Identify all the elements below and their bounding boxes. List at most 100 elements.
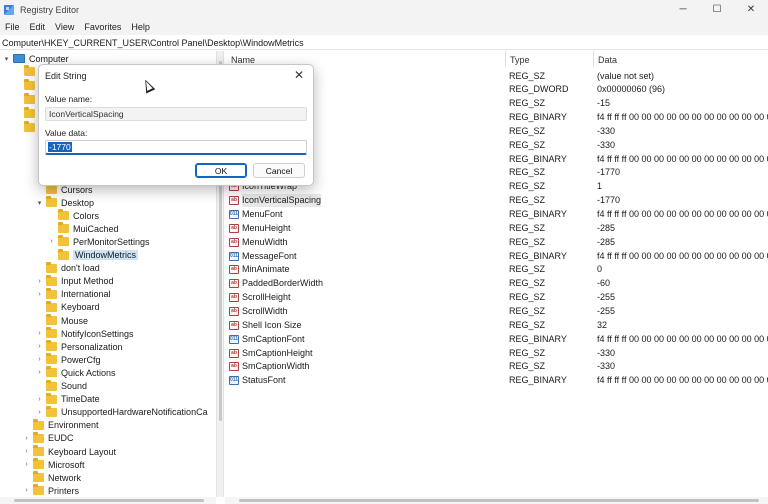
expander-icon[interactable]: › [22, 486, 31, 495]
tree-item[interactable]: ▾ Desktop [35, 196, 94, 209]
table-row[interactable]: ab SmCaptionHeight REG_SZ -330 [225, 347, 768, 360]
selected-text: -1770 [48, 142, 72, 152]
expander-icon[interactable]: › [35, 355, 44, 364]
tree-item-label: TimeDate [61, 394, 100, 405]
close-button[interactable]: ✕ [734, 0, 768, 19]
value-name-text: Shell Icon Size [242, 319, 302, 330]
folder-icon [24, 79, 35, 90]
value-name-text: StatusFont [242, 375, 286, 386]
value-name-cell: ab MenuHeight [229, 222, 291, 235]
value-data-cell: -255 [597, 292, 616, 303]
tree-item[interactable]: › TimeDate [35, 392, 100, 406]
tree-item[interactable]: › International [35, 287, 111, 301]
folder-icon [24, 65, 35, 76]
string-value-icon: ab [229, 348, 239, 358]
value-data-cell: -15 [597, 98, 611, 109]
tree-item[interactable]: Environment [22, 418, 99, 432]
column-header-data[interactable]: Data [598, 53, 617, 67]
table-row[interactable]: ab MenuHeight REG_SZ -285 [225, 222, 768, 235]
expander-icon[interactable]: › [22, 434, 31, 443]
table-row[interactable]: 011 MenuFont REG_BINARY f4 ff ff ff 00 00 0… [225, 208, 768, 221]
tree-item[interactable]: › Quick Actions [35, 366, 116, 379]
tree-item-label: Mouse [61, 315, 89, 326]
tree-item[interactable]: › UnsupportedHardwareNotificationCa [35, 405, 208, 419]
table-row[interactable]: ab Shell Icon Size REG_SZ 32 [225, 319, 768, 332]
tree-item[interactable]: don't load [35, 261, 100, 275]
value-type-cell: REG_BINARY [509, 333, 567, 344]
tree-item[interactable]: Sound [35, 379, 87, 393]
tree-item[interactable]: › EUDC [22, 431, 74, 445]
expander-icon[interactable]: › [35, 368, 44, 377]
menu-view[interactable]: View [50, 22, 79, 32]
value-type-cell: REG_SZ [509, 319, 546, 330]
value-data-label: Value data: [45, 128, 88, 138]
column-header-type[interactable]: Type [510, 53, 530, 67]
string-value-icon: ab [229, 279, 239, 289]
table-row[interactable]: ab SmCaptionWidth REG_SZ -330 [225, 360, 768, 373]
tree-item[interactable]: › Microsoft [22, 458, 85, 471]
menu-favorites[interactable]: Favorites [79, 22, 126, 32]
ok-button[interactable]: OK [195, 163, 247, 178]
table-row[interactable]: ab IconVerticalSpacing REG_SZ -1770 [225, 194, 768, 208]
tree-item[interactable]: Mouse [35, 314, 88, 327]
tree-item[interactable]: › Printers [22, 484, 79, 497]
column-separator[interactable] [505, 51, 506, 67]
folder-icon [46, 274, 57, 286]
tree-item[interactable]: › Input Method [35, 274, 114, 288]
tree-item[interactable]: › Personalization [35, 340, 123, 353]
menu-file[interactable]: File [0, 22, 25, 32]
tree-horizontal-scrollbar[interactable] [0, 497, 216, 504]
tree-item[interactable]: Network [22, 471, 81, 484]
expander-icon[interactable]: › [35, 277, 44, 286]
value-data-cell: -285 [597, 222, 616, 233]
table-row[interactable]: 011 StatusFont REG_BINARY f4 ff ff ff 00 00… [225, 374, 768, 387]
minimize-button[interactable]: ─ [666, 0, 700, 19]
column-separator[interactable] [593, 51, 594, 67]
cancel-button[interactable]: Cancel [253, 163, 305, 178]
tree-item[interactable]: WindowMetrics [47, 248, 139, 262]
expander-icon[interactable]: › [35, 329, 44, 338]
tree-item-label: EUDC [48, 433, 74, 444]
expander-icon[interactable]: › [35, 342, 44, 351]
menu-edit[interactable]: Edit [25, 22, 51, 32]
expander-icon[interactable]: › [47, 237, 56, 246]
dialog-close-button[interactable]: ✕ [291, 67, 307, 83]
scrollbar-thumb[interactable] [14, 499, 204, 502]
value-data-input[interactable]: -1770 [45, 140, 307, 155]
tree-item[interactable]: › NotifyIconSettings [35, 327, 134, 340]
table-row[interactable]: ab MinAnimate REG_SZ 0 [225, 263, 768, 276]
tree-item-label: WindowMetrics [73, 250, 139, 260]
value-name-text: SmCaptionFont [242, 333, 305, 344]
address-bar[interactable]: Computer\HKEY_CURRENT_USER\Control Panel… [0, 36, 768, 50]
tree-item[interactable]: Colors [47, 209, 99, 222]
expander-icon[interactable]: › [22, 447, 31, 456]
expander-icon[interactable]: ▾ [35, 198, 44, 207]
table-row[interactable]: 011 MessageFont REG_BINARY f4 ff ff ff 00 0… [225, 250, 768, 263]
folder-icon [46, 183, 57, 194]
table-row[interactable]: ab MenuWidth REG_SZ -285 [225, 236, 768, 249]
expander-icon[interactable]: › [35, 408, 44, 417]
list-horizontal-scrollbar[interactable] [225, 497, 768, 504]
expander-icon[interactable]: › [35, 290, 44, 299]
tree-item[interactable]: MuiCached [47, 222, 119, 235]
folder-icon [46, 314, 57, 325]
tree-item-label: Colors [73, 210, 100, 221]
tree-item[interactable]: › Keyboard Layout [22, 445, 116, 458]
tree-item[interactable]: › PowerCfg [35, 353, 101, 366]
scrollbar-thumb[interactable] [239, 499, 759, 502]
menu-help[interactable]: Help [126, 22, 155, 32]
maximize-button[interactable]: ☐ [700, 0, 734, 19]
value-data-cell: -330 [597, 139, 616, 150]
table-row[interactable]: 011 SmCaptionFont REG_BINARY f4 ff ff ff 00… [225, 333, 768, 346]
tree-item-label: MuiCached [73, 223, 119, 234]
expander-icon[interactable]: › [22, 460, 31, 469]
table-row[interactable]: ab ScrollWidth REG_SZ -255 [225, 305, 768, 318]
value-name-cell: ab IconVerticalSpacing [229, 194, 322, 208]
table-row[interactable]: ab PaddedBorderWidth REG_SZ -60 [225, 277, 768, 290]
value-name-text: MenuFont [242, 209, 283, 219]
expander-icon[interactable]: ▾ [2, 54, 11, 63]
table-row[interactable]: ab ScrollHeight REG_SZ -255 [225, 291, 768, 304]
tree-item[interactable]: › PerMonitorSettings [47, 235, 150, 248]
tree-item[interactable]: Keyboard [35, 300, 100, 314]
expander-icon[interactable]: › [35, 395, 44, 404]
